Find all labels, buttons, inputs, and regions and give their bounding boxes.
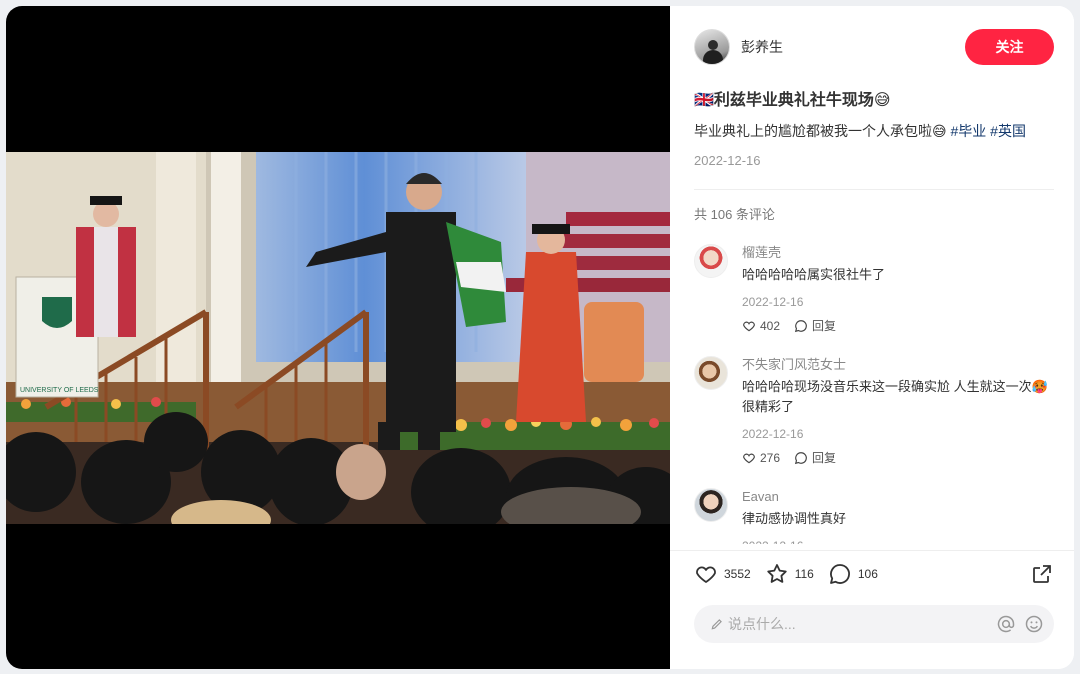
uk-flag-emoji: 🇬🇧	[694, 92, 714, 109]
collect-button[interactable]: 116	[765, 562, 814, 586]
smiley-icon	[1025, 615, 1043, 633]
comment-text: 哈哈哈哈哈属实很社牛了	[742, 267, 886, 282]
comment-like-count: 402	[760, 318, 781, 333]
comment-text: 哈哈哈哈现场没音乐来这一段确实尬 人生就这一次🥵很精彩了	[742, 379, 1048, 414]
author-name[interactable]: 彭养生	[741, 37, 965, 57]
author-avatar[interactable]	[694, 29, 730, 65]
comment-item: 榴莲壳 哈哈哈哈哈属实很社牛了 2022-12-16 402 回复	[694, 244, 1054, 334]
follow-button[interactable]: 关注	[965, 29, 1054, 65]
comment-count-stat: 106	[857, 567, 878, 581]
star-icon	[767, 564, 787, 583]
comment-text: 律动感协调性真好	[742, 511, 847, 526]
author-row: 彭养生 关注	[694, 28, 1054, 66]
comment-list[interactable]: 榴莲壳 哈哈哈哈哈属实很社牛了 2022-12-16 402 回复 不失家门风范…	[694, 234, 1054, 544]
note-desc-text: 毕业典礼上的尴尬都被我一个人承包啦😅	[694, 123, 947, 139]
divider	[670, 550, 1074, 551]
chat-bubble-icon	[829, 564, 850, 584]
comment-date: 2022-12-16	[742, 427, 804, 441]
comment-date: 2022-12-16	[742, 538, 1054, 544]
share-icon	[1033, 565, 1051, 583]
heart-icon	[743, 321, 755, 331]
svg-text:UNIVERSITY OF LEEDS: UNIVERSITY OF LEEDS	[20, 387, 99, 394]
at-icon	[997, 615, 1015, 633]
mention-button[interactable]	[996, 614, 1016, 634]
comment-item: 不失家门风范女士 哈哈哈哈现场没音乐来这一段确实尬 人生就这一次🥵很精彩了 20…	[694, 356, 1054, 466]
comment-count: 共 106 条评论	[694, 207, 775, 222]
share-button[interactable]	[1030, 562, 1054, 591]
video-player[interactable]: UNIVERSITY OF LEEDS	[6, 6, 670, 669]
note-side-panel: 彭养生 关注 🇬🇧利兹毕业典礼社牛现场😅 毕业典礼上的尴尬都被我一个人承包啦😅 …	[670, 6, 1074, 669]
comment-like-count: 276	[760, 450, 781, 465]
comment-like-button[interactable]: 276	[742, 451, 780, 465]
video-frame: UNIVERSITY OF LEEDS	[6, 152, 670, 524]
comment-input-box[interactable]	[694, 605, 1054, 643]
like-button[interactable]: 3552	[694, 562, 751, 586]
note-detail-card: UNIVERSITY OF LEEDS 彭养生 关注 🇬🇧利兹毕业典礼社牛现场😅…	[6, 6, 1074, 669]
collect-count: 116	[794, 567, 814, 581]
comment-date: 2022-12-16	[742, 295, 804, 309]
commenter-avatar[interactable]	[694, 244, 728, 278]
note-date: 2022-12-16	[694, 153, 761, 168]
reply-label: 回复	[812, 319, 837, 333]
divider	[694, 189, 1054, 190]
comment-item: Eavan 律动感协调性真好 2022-12-16	[694, 488, 1054, 544]
commenter-name[interactable]: Eavan	[742, 488, 1054, 506]
note-description: 毕业典礼上的尴尬都被我一个人承包啦😅 #毕业 #英国	[694, 120, 1054, 142]
chat-bubble-icon	[794, 319, 807, 332]
comment-input[interactable]	[728, 616, 988, 632]
engagement-bar: 3552 116 106	[694, 562, 1054, 586]
comment-like-button[interactable]: 402	[742, 319, 780, 333]
heart-icon	[743, 453, 755, 463]
note-title-text: 利兹毕业典礼社牛现场😅	[713, 92, 891, 109]
emoji-button[interactable]	[1024, 614, 1044, 634]
hashtag-uk[interactable]: #英国	[990, 123, 1026, 139]
comment-button[interactable]: 106	[828, 562, 878, 586]
commenter-name[interactable]: 不失家门风范女士	[742, 356, 1054, 374]
note-title: 🇬🇧利兹毕业典礼社牛现场😅	[694, 90, 1054, 112]
comment-reply-button[interactable]: 回复	[794, 449, 836, 466]
commenter-avatar[interactable]	[694, 356, 728, 390]
graduation-ceremony-scene: UNIVERSITY OF LEEDS	[6, 152, 670, 524]
chat-bubble-icon	[794, 451, 807, 464]
like-count: 3552	[724, 567, 751, 581]
commenter-name[interactable]: 榴莲壳	[742, 244, 1054, 262]
reply-label: 回复	[812, 451, 837, 465]
commenter-avatar[interactable]	[694, 488, 728, 522]
heart-icon	[696, 566, 716, 583]
hashtag-graduation[interactable]: #毕业	[950, 123, 986, 139]
pen-icon	[711, 619, 722, 630]
comment-reply-button[interactable]: 回复	[794, 317, 836, 334]
